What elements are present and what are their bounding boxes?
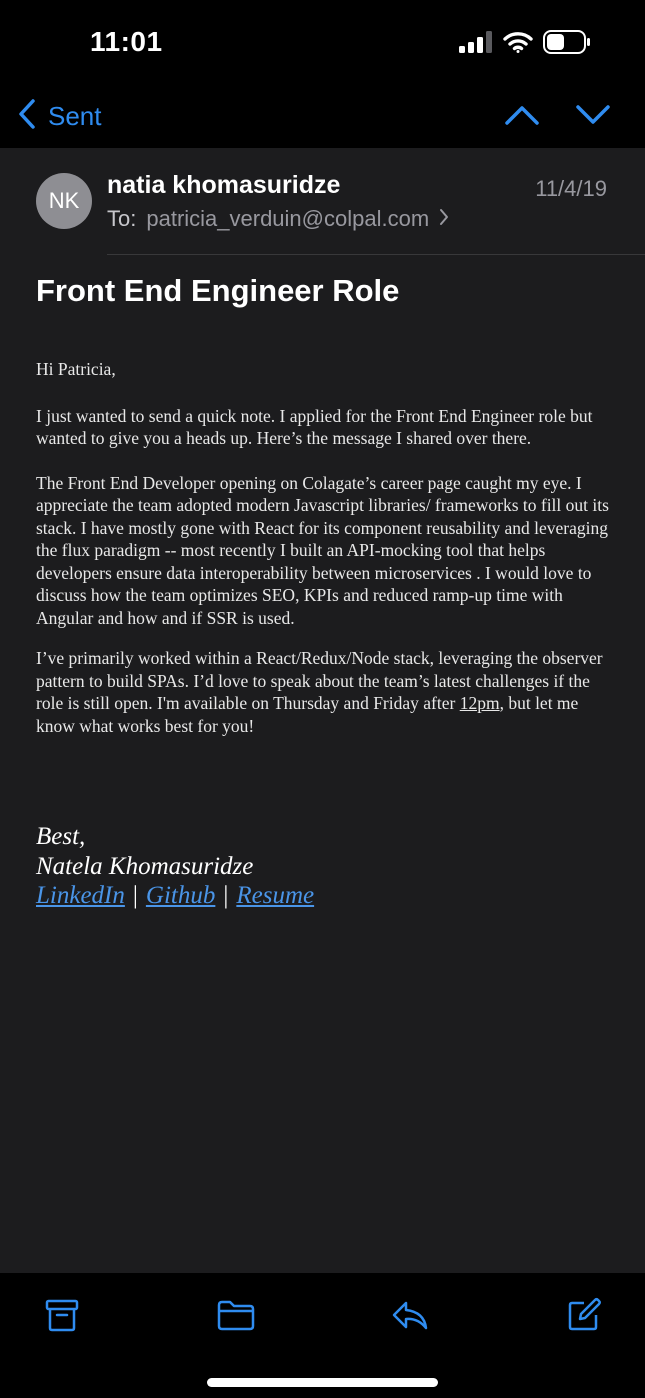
archive-icon [45, 1299, 79, 1332]
home-indicator[interactable] [207, 1378, 438, 1387]
signature-links: LinkedIn | Github | Resume [36, 881, 314, 911]
signature: Best, Natela Khomasuridze [36, 822, 253, 882]
message-body: Hi Patricia, I just wanted to send a qui… [36, 358, 611, 737]
folder-icon [217, 1300, 255, 1331]
sender-name[interactable]: natia khomasuridze [107, 171, 340, 200]
nav-bar: Sent [0, 90, 645, 148]
back-label: Sent [48, 101, 102, 131]
body-paragraph-2: The Front End Developer opening on Colag… [36, 472, 609, 628]
previous-message-button[interactable] [504, 98, 540, 135]
recipient-line[interactable]: To: patricia_verduin@colpal.com [107, 206, 449, 232]
status-time: 11:01 [90, 26, 163, 57]
signature-name: Natela Khomasuridze [36, 853, 254, 880]
time-link[interactable]: 12pm [460, 693, 500, 713]
back-button[interactable]: Sent [18, 98, 102, 135]
sender-avatar[interactable]: NK [36, 173, 92, 229]
archive-button[interactable] [44, 1297, 80, 1338]
wifi-icon [503, 31, 533, 58]
signoff-text: Best, [36, 823, 86, 850]
reply-button[interactable] [390, 1297, 430, 1338]
status-bar: 11:01 [0, 0, 645, 90]
recipient-address[interactable]: patricia_verduin@colpal.com [146, 206, 429, 232]
link-separator: | [132, 882, 138, 909]
link-separator: | [223, 882, 229, 909]
chevron-right-icon [439, 206, 449, 232]
message-subject: Front End Engineer Role [36, 273, 400, 308]
to-prefix: To: [107, 206, 137, 231]
chevron-left-icon [18, 98, 36, 135]
chevron-up-icon [505, 106, 539, 125]
move-to-folder-button[interactable] [216, 1297, 256, 1338]
compose-icon [568, 1298, 601, 1331]
message-date: 11/4/19 [535, 176, 607, 201]
body-paragraph-3: I’ve primarily worked within a React/Red… [36, 647, 611, 737]
body-paragraph-1: I just wanted to send a quick note. I ap… [36, 405, 593, 449]
resume-link[interactable]: Resume [236, 881, 314, 911]
greeting: Hi Patricia, [36, 359, 116, 379]
github-link[interactable]: Github [146, 881, 215, 911]
battery-icon [543, 30, 591, 59]
cellular-signal-icon [459, 31, 493, 58]
compose-button[interactable] [566, 1297, 602, 1338]
reply-icon [392, 1301, 428, 1330]
linkedin-link[interactable]: LinkedIn [36, 881, 125, 911]
status-icons [459, 30, 591, 59]
next-message-button[interactable] [575, 98, 611, 135]
message-view: NK natia khomasuridze 11/4/19 To: patric… [0, 148, 645, 1273]
header-divider [107, 254, 645, 255]
bottom-toolbar [0, 1273, 645, 1398]
chevron-down-icon [576, 105, 610, 124]
